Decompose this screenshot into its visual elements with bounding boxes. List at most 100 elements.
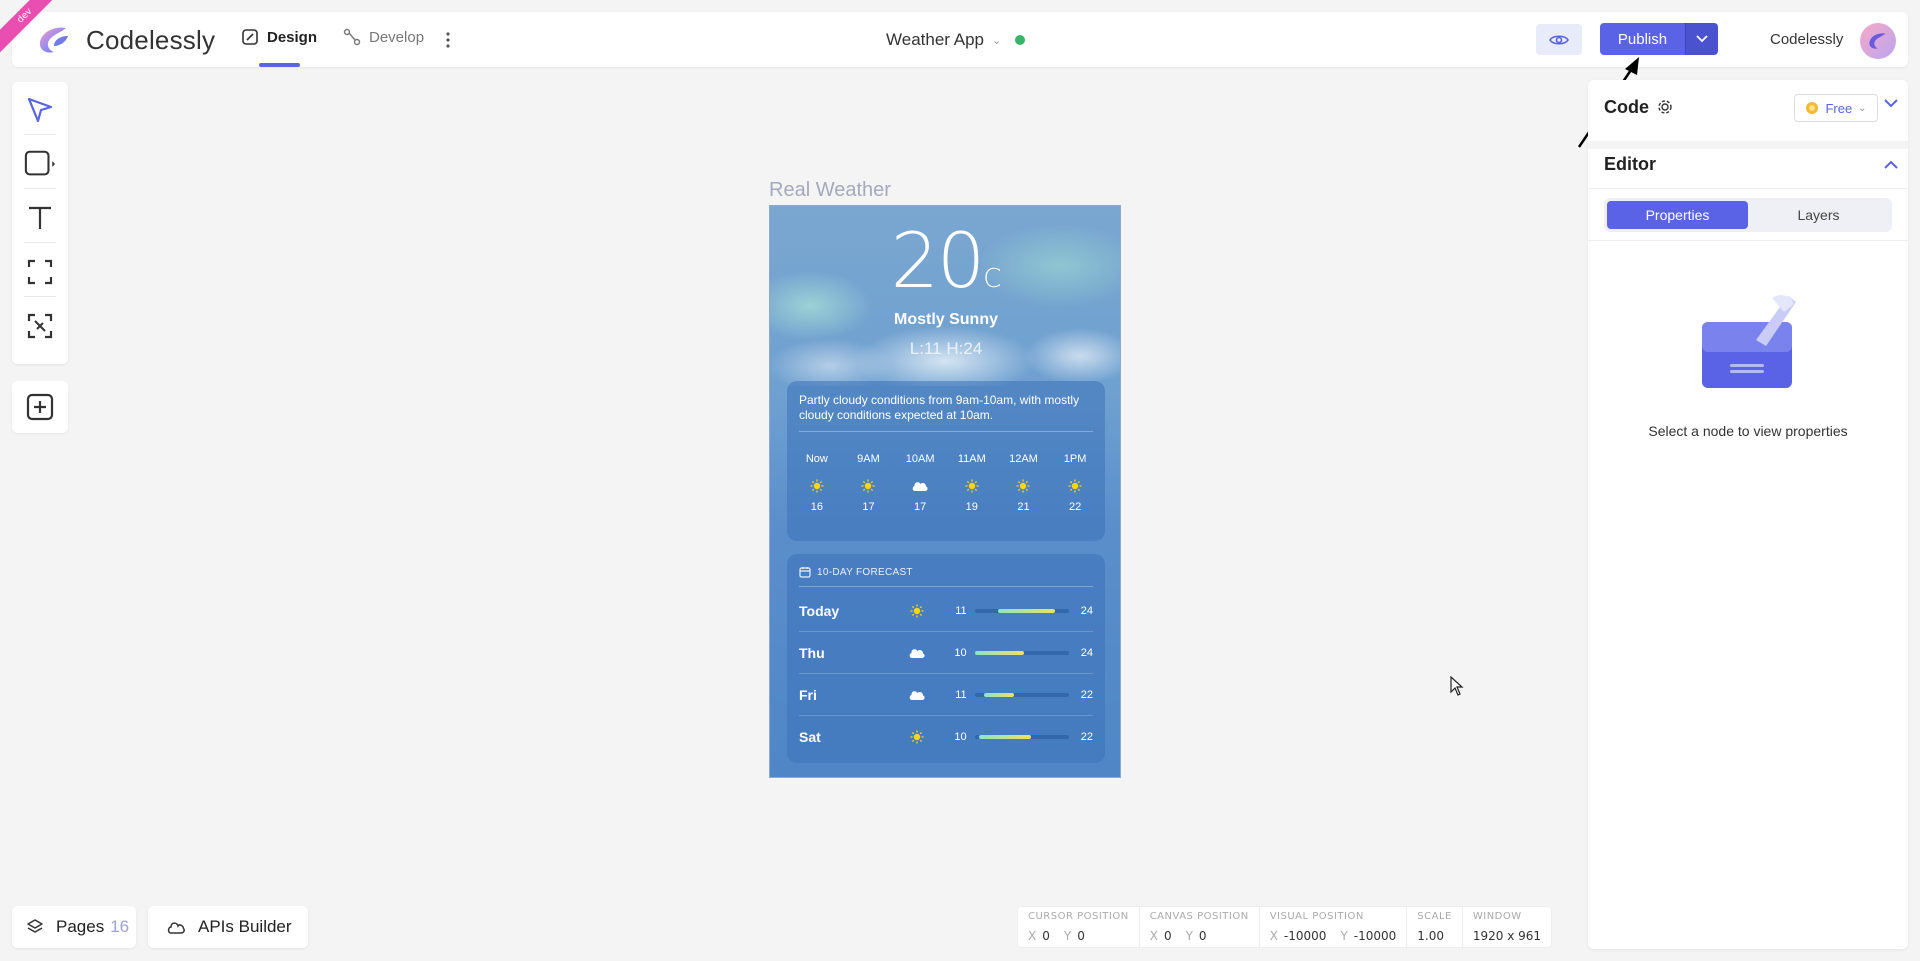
rectangle-icon [24,150,56,176]
chevron-down-icon[interactable] [1884,98,1898,108]
codelessly-logo-icon[interactable] [36,24,72,56]
sun-icon [848,471,888,501]
visual-y: -10000 [1353,929,1397,943]
hour-temp: 17 [914,501,927,513]
hour-label: 11AM [957,453,986,465]
coin-icon [1806,102,1819,114]
hourly-item: 1PM 22 [1055,453,1095,513]
cursor-x: 0 [1042,929,1050,943]
forecast-low: 11 [955,688,967,701]
pages-count: 16 [110,917,130,936]
sun-icon [898,730,937,744]
chevron-down-icon: ⌄ [1858,102,1867,114]
forecast-day: Sat [799,729,821,745]
forecast-day: Fri [799,686,817,703]
window-value: 1920 x 961 [1472,929,1542,943]
cloud-icon [898,647,937,659]
code-label: Code [1604,96,1649,117]
tab-layers[interactable]: Layers [1748,201,1889,229]
visual-x: -10000 [1283,929,1327,943]
preview-button[interactable] [1536,24,1582,55]
tab-properties[interactable]: Properties [1607,201,1748,229]
sun-icon [952,471,992,501]
forecast-description: Partly cloudy conditions from 9am-10am, … [799,393,1080,422]
hourly-item: 10AM 17 [900,453,940,513]
forecast-high: 22 [1080,731,1094,743]
project-name: Weather App [886,30,984,49]
canvas-y: 0 [1198,929,1207,943]
forecast-low: 11 [955,604,967,617]
tabs-divider [1588,240,1908,241]
tab-develop-label: Develop [369,28,425,46]
publish-button[interactable]: Publish [1600,23,1685,55]
cloud-icon [898,689,937,701]
window-size: WINDOW 1920 x 961 [1463,907,1551,947]
project-selector[interactable]: Weather App ⌄ [886,30,1026,50]
plan-selector[interactable]: Free ⌄ [1794,94,1878,122]
cloud-icon [900,471,940,501]
more-vertical-icon[interactable] [444,30,452,50]
cursor-arrow-icon [27,97,53,123]
magic-select-icon [27,313,53,339]
scale-value: 1.00 [1417,929,1445,943]
scale-title: SCALE [1417,911,1452,922]
cursor-position: CURSOR POSITION X0Y0 [1018,907,1140,947]
sun-icon [1003,471,1043,501]
temperature-range-bar [974,692,1070,697]
shape-tool[interactable] [24,148,56,180]
user-name: Codelessly [1770,31,1844,48]
status-dot [1015,35,1026,45]
low-high-text[interactable]: L:11 H:24 [770,339,1120,359]
right-panel: Code Free ⌄ Editor Properties Layers Sel… [1588,80,1908,949]
temperature-value: 20 [890,216,986,305]
tool-divider [24,134,56,135]
edit-icon [242,29,258,45]
forecast-row: Thu 10 24 [799,632,1093,674]
editor-title: Editor [1604,154,1656,174]
temperature-range-bar [974,650,1070,655]
hour-label: 9AM [857,453,880,465]
chevron-down-icon [1696,35,1708,43]
forecast-high: 22 [1080,688,1094,701]
hour-label: 1PM [1063,453,1087,465]
canvas-position-title: CANVAS POSITION [1149,911,1249,922]
codelessly-avatar-icon [1869,33,1886,49]
temperature-range-fill [974,650,1024,655]
hourly-card[interactable]: Partly cloudy conditions from 9am-10am, … [787,381,1105,541]
frame-tool[interactable] [24,256,56,288]
gear-icon[interactable] [1657,99,1673,115]
code-row: Code Free ⌄ [1604,92,1896,122]
hourly-item: 12AM 21 [1003,453,1043,513]
hour-label: 10AM [905,453,935,465]
tab-develop[interactable]: Develop [343,28,424,46]
select-tool[interactable] [24,94,56,126]
hour-label: 12AM [1009,453,1038,465]
pages-button[interactable]: Pages 16 [12,906,136,948]
daily-forecast-card[interactable]: 10-DAY FORECAST Today 11 24 Thu 10 24 Fri 11 22 S… [787,554,1105,763]
apis-builder-button[interactable]: APIs Builder [148,906,308,948]
flow-icon [343,28,361,46]
frame-title[interactable]: Real Weather [769,179,891,202]
hourly-item: 11AM 19 [952,453,992,513]
sun-icon [1055,471,1095,501]
forecast-low: 10 [954,646,967,659]
tab-design[interactable]: Design [241,28,317,46]
chevron-up-icon[interactable] [1884,160,1898,170]
canvas-position: CANVAS POSITION X0Y0 [1140,907,1260,947]
text-tool[interactable] [24,202,56,234]
hour-temp: 16 [810,501,823,513]
plan-label: Free [1825,100,1853,116]
condition-text[interactable]: Mostly Sunny [770,311,1120,329]
active-tab-indicator [259,63,300,67]
add-button[interactable] [12,381,68,433]
temperature[interactable]: 20C [770,216,1120,305]
magic-select-tool[interactable] [24,310,56,342]
avatar[interactable] [1860,23,1896,59]
temperature-range-bar [974,608,1070,613]
tool-divider [24,242,56,243]
weather-frame[interactable]: 20C Mostly Sunny L:11 H:24 Partly cloudy… [769,205,1121,778]
publish-dropdown-button[interactable] [1685,23,1718,55]
tool-divider [24,296,56,297]
calendar-icon [799,567,811,578]
temperature-range-fill [998,608,1056,613]
